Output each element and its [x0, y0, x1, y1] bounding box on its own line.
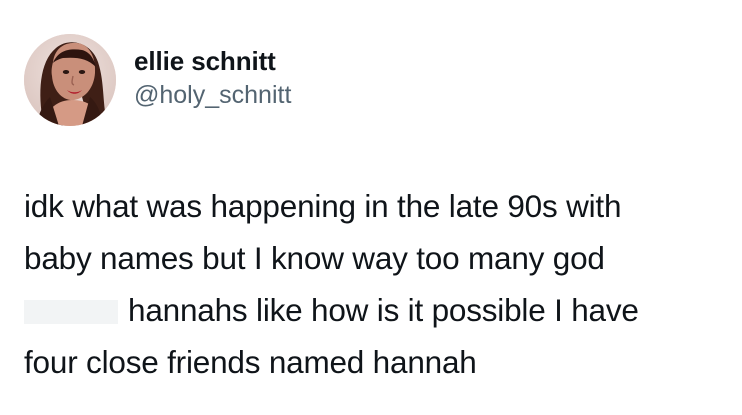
- tweet-text: idk what was happening in the late 90s w…: [24, 180, 724, 388]
- avatar[interactable]: [24, 34, 116, 126]
- redacted-text: [24, 300, 118, 324]
- tweet-text-line-4: four close friends named hannah: [24, 344, 477, 380]
- author-block: ellie schnitt @holy_schnitt: [134, 45, 291, 111]
- author-display-name[interactable]: ellie schnitt: [134, 45, 291, 77]
- tweet-text-line-1: idk what was happening in the late 90s w…: [24, 188, 622, 224]
- tweet-card: ellie schnitt @holy_schnitt idk what was…: [0, 0, 742, 415]
- tweet-text-line-2: baby names but I know way too many god: [24, 240, 605, 276]
- avatar-photo: [24, 34, 116, 126]
- tweet-text-line-3-content: hannahs like how is it possible I have: [128, 292, 639, 328]
- author-handle[interactable]: @holy_schnitt: [134, 79, 291, 111]
- tweet-text-line-3: hannahs like how is it possible I have: [24, 284, 724, 336]
